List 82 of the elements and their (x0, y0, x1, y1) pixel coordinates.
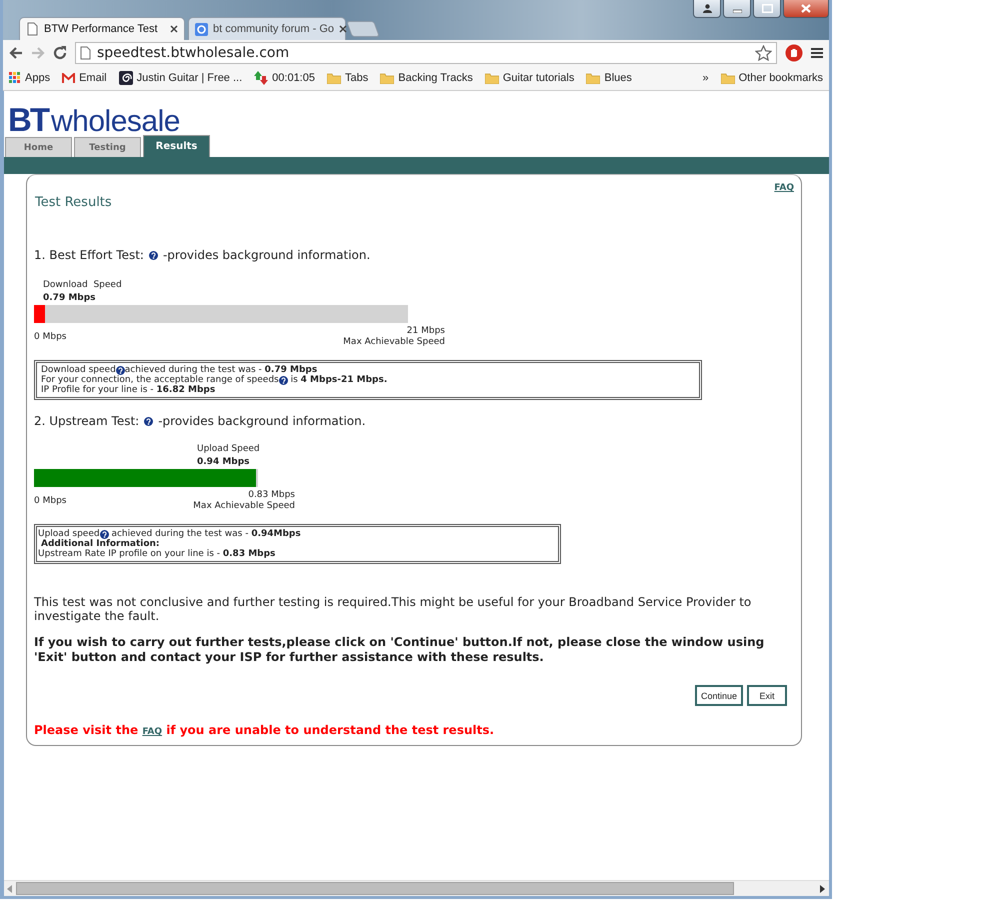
max-speed-value: 21 Mbps (406, 326, 445, 336)
info-text: Download speed (41, 365, 116, 375)
speed-label: Download Speed (43, 280, 123, 290)
nav-tab[interactable]: Results (143, 135, 210, 157)
bookmark[interactable]: Tabs (326, 72, 368, 84)
section-heading: 1. Best Effort Test: (34, 248, 144, 262)
speed-value: 0.94 Mbps (197, 457, 251, 467)
speed-value: 0.79 Mbps (43, 293, 97, 303)
exit-button[interactable]: Exit (747, 685, 787, 706)
apps-grid-icon (9, 72, 21, 84)
info-text: For your connection, the acceptable range of speeds (41, 375, 279, 385)
help-icon[interactable] (116, 366, 125, 374)
info-text: Upstream Rate IP profile on your line is - 0.83 Mbps (38, 549, 276, 559)
bookmark-folder[interactable]: Other bookmarks (720, 72, 823, 84)
page-title: Test Results (35, 194, 113, 210)
nav-tab[interactable]: Home (5, 137, 72, 157)
browser-tab[interactable]: bt community forum - Go (188, 17, 346, 40)
bookmark[interactable]: Backing Tracks (380, 72, 473, 84)
person-icon (702, 4, 712, 13)
more-bookmarks-button[interactable]: » (702, 72, 709, 84)
spiral-icon (118, 71, 133, 85)
bookmark[interactable]: Justin Guitar | Free ... (118, 71, 242, 85)
continue-button[interactable]: Continue (694, 685, 743, 706)
scrollbar-thumb[interactable] (16, 882, 734, 895)
folder-icon (326, 72, 341, 84)
bookmark[interactable]: 00:01:05 (254, 71, 315, 85)
result-note: This test was not conclusive and further testing is required.This might be useful for your Broadband Service Provider to investigate the fault. (34, 595, 752, 623)
mail-m-icon (62, 73, 76, 83)
folder-icon (586, 72, 600, 84)
scroll-right-icon[interactable] (820, 884, 826, 892)
info-text: Upload speed (38, 529, 100, 539)
page-icon (80, 46, 91, 60)
bookmark[interactable]: Apps (9, 72, 50, 84)
info-text: IP Profile for your line is - 16.82 Mbps (41, 385, 216, 395)
help-icon[interactable] (100, 530, 109, 538)
reload-icon[interactable] (53, 46, 67, 60)
bookmark[interactable]: Blues (586, 72, 632, 84)
menu-icon[interactable] (811, 47, 823, 59)
section-heading: 2. Upstream Test: (34, 414, 140, 428)
close-icon[interactable] (170, 25, 178, 33)
bookmark[interactable]: Email (62, 72, 107, 84)
stop-hand-icon[interactable] (785, 44, 803, 62)
folder-icon (484, 72, 499, 84)
maximize-button[interactable] (753, 0, 781, 18)
scale-min-label: 0 Mbps (34, 496, 66, 508)
info-text: Additional Information: (40, 539, 160, 549)
back-icon[interactable] (9, 46, 23, 60)
minimize-button[interactable] (723, 0, 751, 18)
max-speed-value: 0.83 Mbps (247, 490, 295, 500)
section-caption: -provides background information. (162, 248, 370, 262)
max-speed-caption: Max Achievable Speed (343, 337, 445, 347)
logo: BTwholesale (8, 107, 181, 135)
close-icon[interactable] (339, 25, 348, 33)
help-icon[interactable] (144, 416, 154, 426)
address-bar[interactable]: speedtest.btwholesale.com (75, 42, 777, 64)
faq-link[interactable]: FAQ (142, 727, 162, 737)
help-icon[interactable] (278, 376, 288, 384)
up-down-arrows-icon (254, 71, 268, 85)
info-text: achieved during the test was - 0.94Mbps (110, 529, 301, 539)
folder-icon (720, 72, 735, 84)
close-window-button[interactable] (783, 0, 829, 18)
info-text: achieved during the test was - 0.79 Mbps (124, 365, 318, 375)
maximize-icon (762, 4, 772, 13)
horizontal-scrollbar[interactable] (4, 880, 829, 896)
help-icon[interactable] (148, 250, 158, 260)
user-button[interactable] (693, 0, 721, 18)
bookmark[interactable]: Guitar tutorials (484, 72, 574, 84)
folder-icon (380, 72, 394, 84)
faq-notice: Please visit the FAQ if you are unable to understand the test results. (34, 723, 496, 737)
instruction-text: If you wish to carry out further tests,please click on 'Continue' button.If not, please close the window using 'Exit' button and contact your ISP for further assistance with these results. (34, 635, 766, 665)
browser-tab[interactable]: BTW Performance Test (19, 17, 185, 40)
star-icon[interactable] (755, 45, 772, 61)
g-logo-icon (195, 22, 208, 36)
max-speed-caption: Max Achievable Speed (193, 501, 295, 511)
section-caption: -provides background information. (158, 414, 366, 428)
scale-min-label: 0 Mbps (34, 332, 66, 344)
info-text: is 4 Mbps-21 Mbps. (290, 375, 388, 385)
close-icon (801, 4, 811, 13)
page-icon (26, 22, 39, 36)
faq-link[interactable]: FAQ (774, 183, 794, 193)
speed-label: Upload Speed (197, 444, 261, 454)
nav-tab[interactable]: Testing (74, 137, 141, 157)
